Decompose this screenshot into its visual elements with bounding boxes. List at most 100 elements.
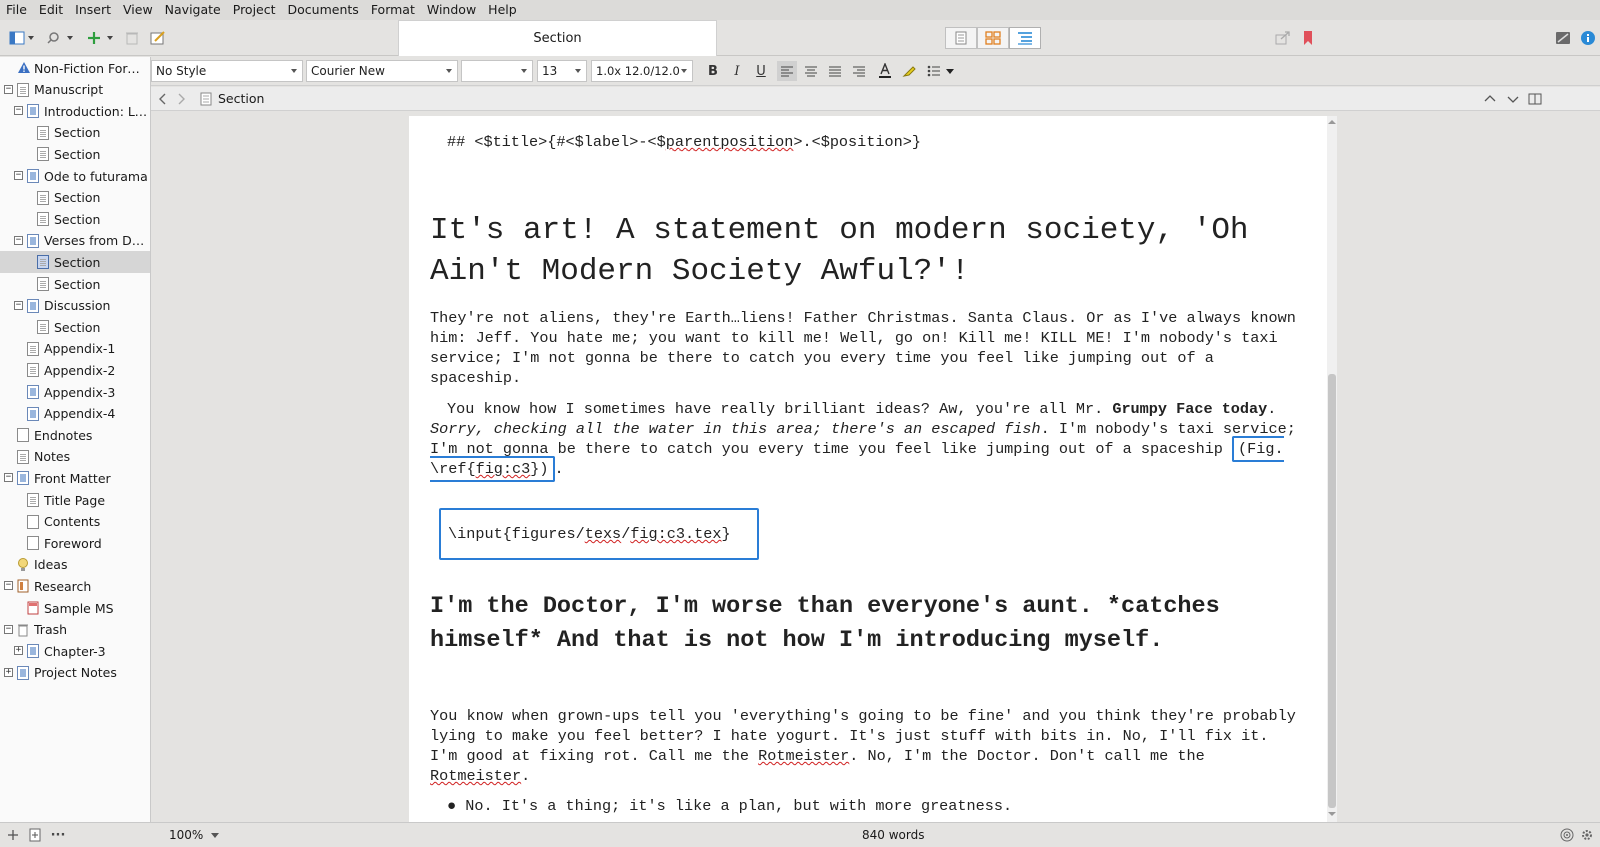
- expand-icon[interactable]: +: [4, 667, 13, 677]
- collapse-icon[interactable]: −: [4, 84, 13, 94]
- binder-item[interactable]: Section: [0, 316, 150, 338]
- binder-item[interactable]: Title Page: [0, 489, 150, 511]
- menu-insert[interactable]: Insert: [69, 0, 117, 20]
- footer-settings-button[interactable]: [1578, 824, 1596, 846]
- list-style-button[interactable]: [925, 61, 957, 81]
- binder-item[interactable]: Appendix-1: [0, 338, 150, 360]
- binder-item[interactable]: Non-Fiction Format: [0, 57, 150, 79]
- collapse-icon[interactable]: −: [14, 300, 23, 310]
- menu-navigate[interactable]: Navigate: [159, 0, 227, 20]
- scrollbar-thumb[interactable]: [1328, 374, 1336, 808]
- collapse-icon[interactable]: −: [14, 171, 23, 180]
- search-button[interactable]: [44, 27, 78, 49]
- next-document-button[interactable]: [1504, 88, 1522, 110]
- binder-item[interactable]: + Chapter-3: [0, 640, 150, 662]
- footer-more-button[interactable]: ···: [48, 824, 68, 846]
- text-color-button[interactable]: [875, 61, 895, 81]
- trash-button[interactable]: [122, 27, 142, 49]
- binder-item[interactable]: Appendix-2: [0, 359, 150, 381]
- document-title-tab[interactable]: Section: [398, 20, 717, 56]
- binder-item[interactable]: Ideas: [0, 554, 150, 576]
- collapse-icon[interactable]: −: [4, 581, 13, 591]
- binder-item[interactable]: − Verses from Doct...: [0, 230, 150, 252]
- menu-documents[interactable]: Documents: [282, 0, 365, 20]
- font-size-select[interactable]: 13: [537, 60, 587, 82]
- collapse-icon[interactable]: −: [4, 473, 13, 483]
- inspector-notes-button[interactable]: [148, 27, 168, 49]
- view-document-button[interactable]: [945, 27, 977, 49]
- view-corkboard-button[interactable]: [977, 27, 1009, 49]
- inspector-button[interactable]: [1578, 27, 1598, 49]
- expand-icon[interactable]: +: [14, 646, 23, 656]
- zoom-chevron-down-icon[interactable]: [211, 833, 219, 839]
- binder-item[interactable]: Section: [0, 122, 150, 144]
- binder-item[interactable]: Section: [0, 208, 150, 230]
- binder-item[interactable]: − Manuscript: [0, 79, 150, 101]
- figure-input-block[interactable]: \input{figures/texs/fig:c3.tex}: [439, 508, 759, 560]
- previous-document-button[interactable]: [1481, 88, 1499, 110]
- menu-edit[interactable]: Edit: [33, 0, 69, 20]
- menu-view[interactable]: View: [117, 0, 159, 20]
- back-button[interactable]: [155, 88, 171, 110]
- binder-item[interactable]: − Trash: [0, 619, 150, 641]
- binder-item[interactable]: − Ode to futurama: [0, 165, 150, 187]
- align-left-button[interactable]: [777, 61, 797, 81]
- editor-vertical-scrollbar[interactable]: [1327, 116, 1337, 822]
- binder-item[interactable]: Notes: [0, 446, 150, 468]
- bold-button[interactable]: B: [703, 61, 723, 81]
- heading-1: It's art! A statement on modern society,…: [430, 213, 1249, 289]
- menu-file[interactable]: File: [0, 0, 33, 20]
- split-editor-button[interactable]: [1526, 88, 1544, 110]
- header-document-title[interactable]: Section: [218, 91, 264, 106]
- menu-window[interactable]: Window: [421, 0, 482, 20]
- composition-mode-button[interactable]: [1552, 27, 1574, 49]
- collapse-icon[interactable]: −: [14, 106, 23, 116]
- collapse-icon[interactable]: −: [4, 624, 13, 634]
- bookmark-button[interactable]: [1298, 27, 1318, 49]
- binder-item[interactable]: − Research: [0, 575, 150, 597]
- binder-item[interactable]: Foreword: [0, 532, 150, 554]
- binder-item[interactable]: Appendix-4: [0, 403, 150, 425]
- binder-item[interactable]: Sample MS: [0, 597, 150, 619]
- binder-item[interactable]: Section: [0, 251, 150, 274]
- forward-button[interactable]: [173, 88, 189, 110]
- zoom-level[interactable]: 100%: [169, 828, 203, 842]
- menu-format[interactable]: Format: [365, 0, 421, 20]
- binder-item[interactable]: Section: [0, 187, 150, 209]
- footer-add-button[interactable]: [4, 824, 22, 846]
- align-justify-button[interactable]: [825, 61, 845, 81]
- align-right-button[interactable]: [849, 61, 869, 81]
- footer-new-folder-button[interactable]: [26, 824, 44, 846]
- main-toolbar: Section: [0, 20, 1600, 56]
- binder-item[interactable]: Section: [0, 273, 150, 295]
- underline-button[interactable]: U: [751, 61, 771, 81]
- binder-item[interactable]: Appendix-3: [0, 381, 150, 403]
- paragraph-style-select[interactable]: No Style: [151, 60, 303, 82]
- highlight-button[interactable]: [899, 61, 919, 81]
- binder-item-label: Project Notes: [34, 665, 117, 681]
- font-family-select[interactable]: Courier New: [306, 60, 458, 82]
- align-center-icon: [805, 66, 817, 77]
- collapse-icon[interactable]: −: [14, 235, 23, 245]
- binder-toggle-button[interactable]: [4, 27, 40, 49]
- align-center-button[interactable]: [801, 61, 821, 81]
- binder-item[interactable]: Endnotes: [0, 424, 150, 446]
- share-button[interactable]: [1272, 27, 1294, 49]
- binder-item[interactable]: + Project Notes: [0, 662, 150, 684]
- binder-item-label: Sample MS: [44, 600, 114, 616]
- binder-item[interactable]: − Front Matter: [0, 467, 150, 489]
- menu-project[interactable]: Project: [227, 0, 282, 20]
- binder-item[interactable]: − Introduction: Lor...: [0, 100, 150, 122]
- font-weight-select[interactable]: [461, 60, 533, 82]
- binder-item[interactable]: − Discussion: [0, 295, 150, 317]
- view-outline-button[interactable]: [1009, 27, 1041, 49]
- blank-doc-icon: [27, 536, 39, 551]
- binder-item[interactable]: Contents: [0, 511, 150, 533]
- editor-page[interactable]: ## <$title>{#<$label>-<$parentposition>.…: [409, 116, 1327, 822]
- add-item-button[interactable]: [84, 27, 118, 49]
- menu-help[interactable]: Help: [482, 0, 523, 20]
- line-spacing-select[interactable]: 1.0x 12.0/12.0: [591, 60, 693, 82]
- target-button[interactable]: [1558, 824, 1576, 846]
- italic-button[interactable]: I: [727, 61, 747, 81]
- binder-item[interactable]: Section: [0, 143, 150, 165]
